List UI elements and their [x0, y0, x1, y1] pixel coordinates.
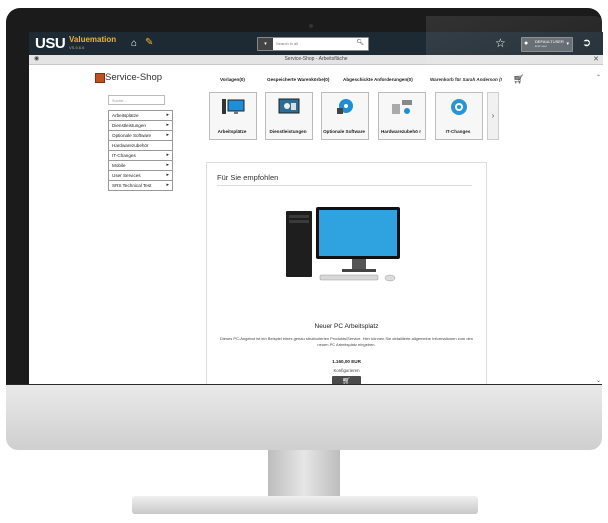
tile-label: Dienstleistungen: [269, 129, 307, 134]
scroll-down-icon[interactable]: ⌄: [596, 377, 601, 384]
nav-saved-carts[interactable]: Gespeicherte Warenkörbe(0): [267, 77, 329, 82]
chevron-right-icon: ▸: [166, 182, 169, 188]
search-scope-dropdown[interactable]: ▾: [258, 38, 273, 50]
monitor-chin: [6, 385, 602, 450]
product-name[interactable]: Neuer PC Arbeitsplatz: [207, 323, 486, 330]
camera-dot: [309, 24, 313, 28]
divider: [217, 185, 472, 186]
chevron-right-icon: ▸: [166, 132, 169, 138]
recommended-panel: Für Sie empfohlen Neuer PC Arbeitsplatz …: [206, 162, 487, 392]
usu-logo: USU: [35, 35, 66, 52]
software-icon: [337, 99, 353, 114]
page-title: Service-Shop: [105, 72, 163, 83]
recommended-title: Für Sie empfohlen: [217, 173, 279, 182]
edit-icon[interactable]: ✎: [145, 38, 153, 48]
configure-link[interactable]: Konfigurieren: [207, 368, 486, 373]
pc-product-image[interactable]: [284, 203, 408, 285]
brand-version: VS.5.6.6: [69, 45, 85, 50]
global-search-input[interactable]: ▾ Search in all 🔍︎: [257, 37, 369, 51]
monitor-stand-neck: [268, 450, 340, 498]
chevron-right-icon: ▸: [166, 162, 169, 168]
monitor-frame: USU Valuemation VS.5.6.6 ⌂ ✎ ▾ Search in…: [6, 8, 608, 408]
shop-search-input[interactable]: Suche...: [108, 95, 165, 105]
chevron-right-icon: ▸: [166, 152, 169, 158]
tile-label: Optionale Software: [323, 129, 365, 134]
monitor-stand-foot: [132, 496, 478, 514]
chevron-right-icon: ▸: [166, 172, 169, 178]
tile-label: Arbeitsplätze: [217, 129, 247, 134]
services-icon: [278, 98, 300, 114]
tile-label: Hardwarezubehö r: [380, 129, 422, 134]
category-item[interactable]: SRS Technical Test ▸: [108, 180, 173, 191]
product-price: 1.160,00 EUR: [332, 359, 361, 364]
chevron-right-icon: ▸: [166, 112, 169, 118]
search-placeholder: Search in all: [276, 41, 299, 46]
hardware-icon: [392, 100, 412, 114]
shop-search-placeholder: Suche...: [112, 98, 127, 103]
category-menu: Arbeitsplätze ▸ Dienstleistungen ▸ Optiona…: [108, 110, 173, 191]
brand-name: Valuemation: [69, 35, 117, 44]
nav-sent-requests[interactable]: Abgeschickte Anforderungen(0): [343, 77, 413, 82]
workstation-icon: [222, 99, 245, 114]
chevron-right-icon: ▸: [166, 122, 169, 128]
search-icon[interactable]: 🔍︎: [356, 39, 364, 46]
screen-glare: [426, 16, 608, 136]
home-icon[interactable]: ⌂: [131, 39, 137, 49]
nav-templates[interactable]: Vorlagen(0): [220, 77, 245, 82]
shop-icon: [95, 73, 105, 83]
product-description: Dieses PC-Angebot ist ein Beispiel eines…: [219, 336, 474, 347]
